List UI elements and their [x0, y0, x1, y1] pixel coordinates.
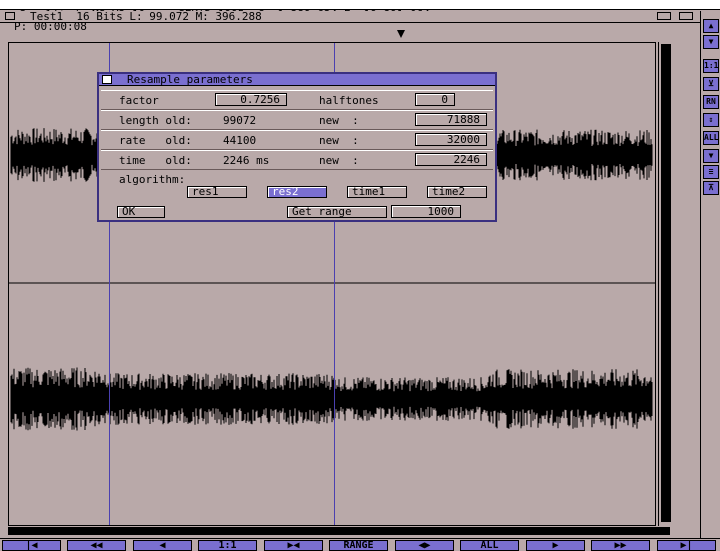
zoom-in-icon[interactable]: ⊻ [703, 77, 719, 91]
halftones-label: halftones [319, 94, 379, 107]
rate-old-value: 44100 [223, 134, 257, 147]
screen-title-bar: Samplitude MS V2.10 von SEK'D 1995 C: 1.… [0, 0, 720, 20]
play-button[interactable]: ▶ [526, 540, 585, 551]
factor-row: factor 0.7256 halftones 0 [101, 90, 493, 110]
zoom-out-range-button[interactable]: ◀▶ [395, 540, 454, 551]
length-row: length old: 99072 new : 71888 [101, 110, 493, 130]
menu-icon[interactable]: ≡ [703, 165, 719, 179]
range-button[interactable]: RANGE [329, 540, 388, 551]
rate-old-label: rate old: [119, 134, 192, 147]
window-zoom-icon[interactable] [657, 12, 671, 20]
dialog-title: Resample parameters [127, 73, 253, 86]
halftones-field[interactable]: 0 [415, 93, 455, 106]
time-new-label: new : [319, 154, 359, 167]
right-channel-waveform [10, 367, 653, 431]
collapse-icon[interactable]: ⊼ [703, 181, 719, 195]
resample-dialog: Resample parameters factor 0.7256 halfto… [97, 72, 497, 222]
range-field[interactable]: 1000 [391, 205, 461, 218]
scroll-down-icon[interactable]: ▼ [703, 35, 719, 49]
zoom-1to1-button[interactable]: 1:1 [703, 59, 719, 73]
ok-button[interactable]: OK [117, 206, 165, 218]
time-old-label: time old: [119, 154, 192, 167]
length-old-label: length old: [119, 114, 192, 127]
fast-rewind-button[interactable]: ◀◀ [67, 540, 126, 551]
vertical-scrollbar[interactable] [658, 42, 673, 526]
rate-new-label: new : [319, 134, 359, 147]
transport-bar: |◀ ◀◀ ◀ 1:1 ▶◀ RANGE ◀▶ ALL ▶ ▶▶ ▶| [0, 538, 720, 551]
go-start-button[interactable]: |◀ [2, 540, 61, 551]
dialog-title-bar[interactable]: Resample parameters [99, 74, 495, 86]
length-new-label: new : [319, 114, 359, 127]
rate-row: rate old: 44100 new : 32000 [101, 130, 493, 150]
position-readout: P: 00:00:08 [14, 20, 87, 33]
algorithm-time2-button[interactable]: time2 [427, 186, 487, 198]
length-old-value: 99072 [223, 114, 257, 127]
algorithm-res2-button[interactable]: res2 [267, 186, 327, 198]
time-new-field[interactable]: 2246 [415, 153, 487, 166]
all-button[interactable]: ALL [460, 540, 519, 551]
zoom-all-button[interactable]: ALL [703, 131, 719, 145]
zoom-1to1-button[interactable]: 1:1 [198, 540, 257, 551]
factor-label: factor [119, 94, 159, 107]
go-end-button[interactable]: ▶| [657, 540, 716, 551]
time-row: time old: 2246 ms new : 2246 [101, 150, 493, 170]
zoom-out-icon[interactable]: ▼ [703, 149, 719, 163]
time-old-value: 2246 ms [223, 154, 270, 167]
playhead-marker-icon[interactable] [397, 30, 405, 38]
get-range-button[interactable]: Get range [287, 206, 387, 218]
rn-button[interactable]: RN [703, 95, 719, 109]
fast-forward-button[interactable]: ▶▶ [591, 540, 650, 551]
algorithm-time1-button[interactable]: time1 [347, 186, 407, 198]
length-new-field[interactable]: 71888 [415, 113, 487, 126]
algorithm-res1-button[interactable]: res1 [187, 186, 247, 198]
vertical-scroll-knob[interactable] [661, 44, 671, 522]
zoom-toggle-icon[interactable]: ⇕ [703, 113, 719, 127]
factor-field[interactable]: 0.7256 [215, 93, 287, 106]
rate-new-field[interactable]: 32000 [415, 133, 487, 146]
window-title-bar[interactable]: Test1 16 Bits L: 99.072 M: 396.288 [0, 11, 700, 23]
dialog-close-icon[interactable] [102, 75, 112, 84]
window-depth-icon[interactable] [679, 12, 693, 20]
zoom-in-range-button[interactable]: ▶◀ [264, 540, 323, 551]
scroll-up-icon[interactable]: ▲ [703, 19, 719, 33]
algorithm-label: algorithm: [119, 173, 186, 186]
right-toolbar: ▲ ▼ 1:1 ⊻ RN ⇕ ALL ▼ ≡ ⊼ [700, 11, 720, 550]
horizontal-scrollbar[interactable] [8, 527, 670, 535]
rewind-button[interactable]: ◀ [133, 540, 192, 551]
window-close-icon[interactable] [5, 12, 15, 20]
